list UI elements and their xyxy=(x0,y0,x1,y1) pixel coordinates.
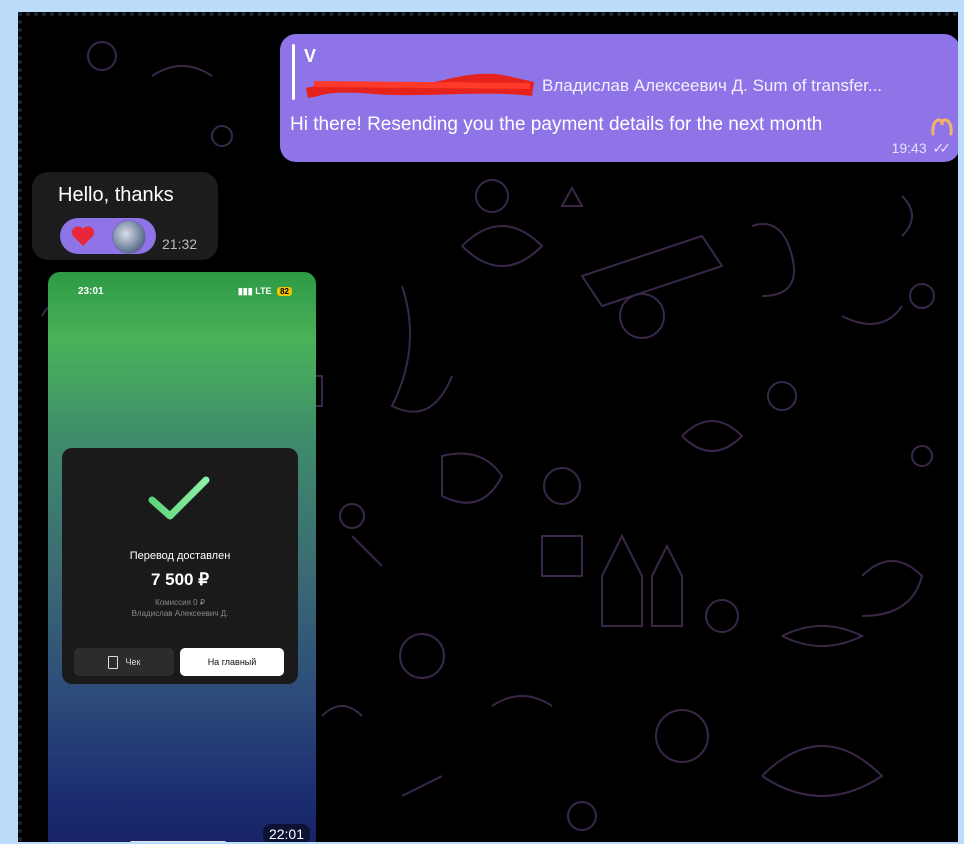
home-indicator xyxy=(130,841,226,842)
transfer-recipient: Владислав Алексеевич Д. xyxy=(131,609,229,618)
home-button-label: На главный xyxy=(207,657,257,667)
transfer-amount: 7 500 ₽ xyxy=(150,570,210,589)
reaction-chip[interactable] xyxy=(60,218,156,254)
status-indicators: ▮▮▮ LTE 82 xyxy=(238,286,292,297)
message-text: Hi there! Resending you the payment deta… xyxy=(290,114,823,135)
message-time: 21:32 xyxy=(162,236,198,252)
reactor-avatar xyxy=(112,220,146,254)
status-time: 23:01 xyxy=(78,286,104,297)
incoming-message[interactable]: Hello, thanks 21:32 xyxy=(32,172,218,260)
receipt-button-label: Чек xyxy=(125,657,141,667)
checkmark-icon xyxy=(148,476,210,520)
transfer-card: Перевод доставлен 7 500 ₽ Комиссия 0 ₽ В… xyxy=(62,448,298,684)
image-message[interactable]: 23:01 ▮▮▮ LTE 82 Перевод доставлен 7 500… xyxy=(48,272,316,842)
pinching-hands-icon xyxy=(931,118,953,136)
reply-preview: Владислав Алексеевич Д. Sum of transfer.… xyxy=(542,76,883,95)
message-time: 19:43 xyxy=(891,140,927,156)
signal-icon: ▮▮▮ xyxy=(237,286,253,296)
heart-icon xyxy=(71,226,95,246)
message-time: 22:01 xyxy=(262,824,310,842)
outgoing-message[interactable]: V Владислав Алексеевич Д. Sum of transfe… xyxy=(280,34,958,162)
redaction-scribble xyxy=(306,73,534,98)
transfer-status: Перевод доставлен xyxy=(129,550,231,562)
reply-sender: V xyxy=(304,46,317,66)
message-text: Hello, thanks xyxy=(58,184,174,206)
reply-quote-bar xyxy=(292,44,295,100)
message-meta: 19:43 ✓✓ xyxy=(891,140,952,157)
battery-icon: 82 xyxy=(277,287,292,296)
receipt-button: Чек xyxy=(74,648,174,676)
home-button: На главный xyxy=(180,648,284,676)
network-label: LTE xyxy=(255,286,272,296)
receipt-icon xyxy=(107,655,118,669)
transfer-fee: Комиссия 0 ₽ xyxy=(155,598,205,607)
read-receipt-icon: ✓✓ xyxy=(932,140,952,156)
chat-window: V Владислав Алексеевич Д. Sum of transfe… xyxy=(18,12,958,842)
